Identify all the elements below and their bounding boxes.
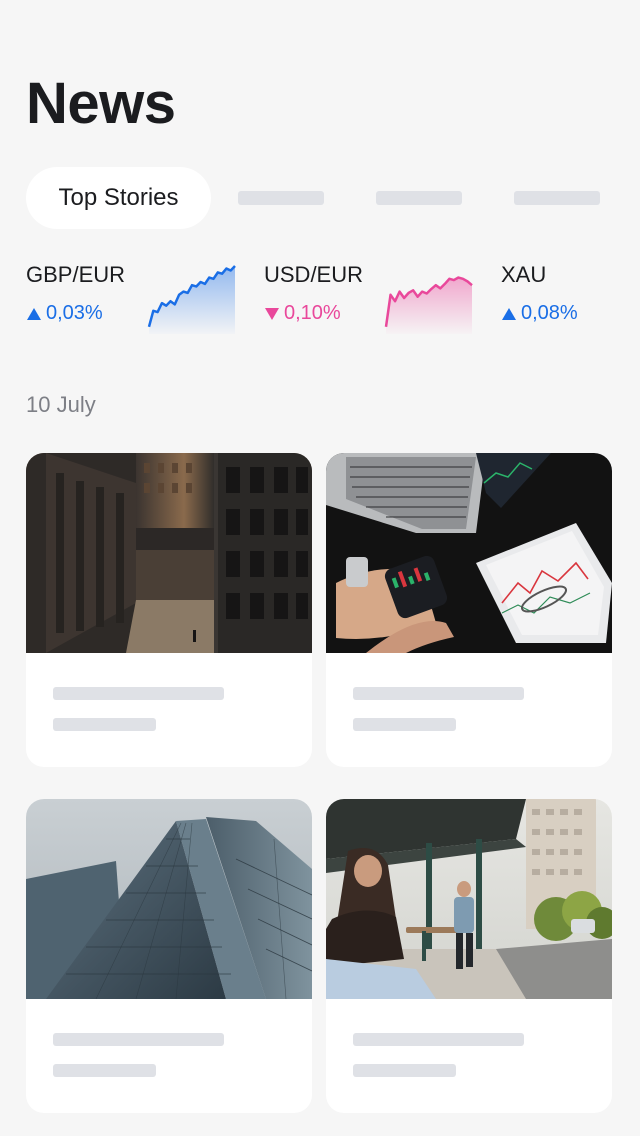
skeleton-subtitle [53,1064,156,1077]
ticker-change: 0,08% [501,302,578,325]
tab-top-stories[interactable]: Top Stories [26,167,211,229]
skeleton-title [353,687,524,700]
sparkline-gbp-eur [147,265,236,334]
city-street-photo-icon [26,453,312,653]
sparkline-usd-eur [384,276,473,334]
skeleton-subtitle [353,718,456,731]
triangle-down-icon [265,307,279,320]
skeleton-subtitle [353,1064,456,1077]
section-date: 10 July [26,392,96,417]
tab-placeholder-2[interactable] [376,191,462,205]
ticker-name: XAU [501,262,547,287]
news-screen: News Top Stories GBP/EUR 0,03% USD/EUR 0… [0,0,640,1136]
bus-stop-photo-icon [326,799,612,999]
news-card[interactable] [326,453,612,767]
ticker-change: 0,03% [26,302,125,325]
sparkline-area [386,277,472,334]
glass-skyscraper-photo-icon [26,799,312,999]
skeleton-title [353,1033,524,1046]
page-title: News [26,71,176,136]
sparkline-area [149,266,235,334]
news-card[interactable] [326,799,612,1113]
ticker-usd-eur[interactable]: USD/EUR 0,10% [264,262,363,325]
tab-placeholder-1[interactable] [238,191,324,205]
ticker-change-value: 0,10% [284,302,341,324]
news-card[interactable] [26,453,312,767]
ticker-gbp-eur[interactable]: GBP/EUR 0,03% [26,262,125,325]
trading-desk-photo-icon [326,453,612,653]
triangle-up-icon [27,307,41,320]
skeleton-title [53,1033,224,1046]
ticker-name: GBP/EUR [26,262,126,287]
triangle-up-icon [502,307,516,320]
ticker-xau[interactable]: XAU 0,08% [501,262,578,325]
tab-placeholder-3[interactable] [514,191,600,205]
ticker-name: USD/EUR [264,262,364,287]
skeleton-title [53,687,224,700]
ticker-change-value: 0,08% [521,302,578,324]
skeleton-subtitle [53,718,156,731]
ticker-change: 0,10% [264,302,363,325]
ticker-change-value: 0,03% [46,302,103,324]
news-card[interactable] [26,799,312,1113]
